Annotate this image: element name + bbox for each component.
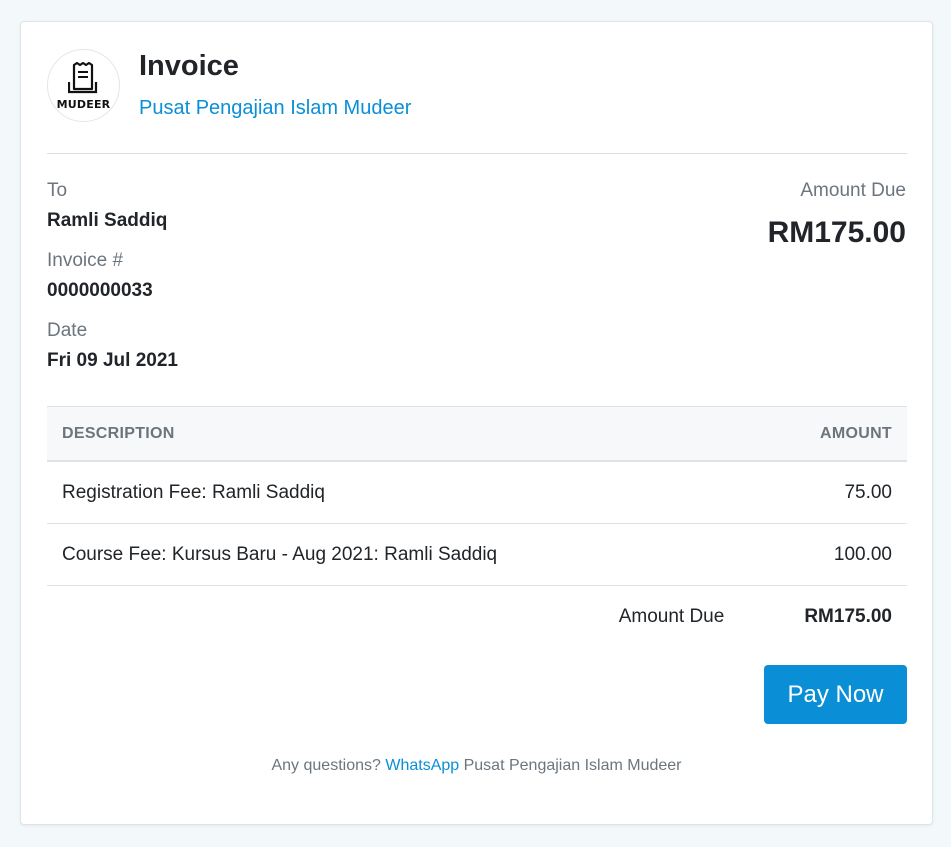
page-title: Invoice <box>139 50 239 82</box>
organization-logo: MUDEER <box>47 49 120 122</box>
date-label: Date <box>47 320 88 341</box>
row-amount: 100.00 <box>833 543 892 565</box>
invoice-number-label: Invoice # <box>47 250 124 271</box>
table-row: Registration Fee: Ramli Saddiq 75.00 <box>47 462 907 524</box>
invoice-number-value: 0000000033 <box>47 280 153 301</box>
row-description: Course Fee: Kursus Baru - Aug 2021: Raml… <box>62 543 498 565</box>
invoice-header: MUDEER Invoice Pusat Pengajian Islam Mud… <box>47 49 907 154</box>
row-amount: 75.00 <box>844 481 892 503</box>
table-row: Course Fee: Kursus Baru - Aug 2021: Raml… <box>47 524 907 586</box>
footer-suffix: Pusat Pengajian Islam Mudeer <box>463 757 682 774</box>
to-value: Ramli Saddiq <box>47 210 168 231</box>
amount-column-header: AMOUNT <box>819 424 892 442</box>
total-value: RM175.00 <box>804 606 892 627</box>
footer-prefix: Any questions? <box>271 757 381 774</box>
row-description: Registration Fee: Ramli Saddiq <box>62 481 325 503</box>
invoice-card: MUDEER Invoice Pusat Pengajian Islam Mud… <box>20 21 933 825</box>
table-header: DESCRIPTION AMOUNT <box>47 406 907 462</box>
total-label: Amount Due <box>618 606 725 627</box>
organization-name: Pusat Pengajian Islam Mudeer <box>139 97 412 119</box>
description-column-header: DESCRIPTION <box>62 424 175 442</box>
whatsapp-link[interactable]: WhatsApp <box>385 757 459 774</box>
to-label: To <box>47 180 68 201</box>
amount-due-value: RM175.00 <box>767 216 906 249</box>
amount-due-label: Amount Due <box>800 180 906 201</box>
footer-note: Any questions? WhatsApp Pusat Pengajian … <box>21 757 932 775</box>
date-value: Fri 09 Jul 2021 <box>47 350 178 371</box>
logo-text: MUDEER <box>56 98 111 111</box>
pay-now-button[interactable]: Pay Now <box>764 665 907 724</box>
receipt-icon <box>67 62 97 94</box>
line-items-table: DESCRIPTION AMOUNT Registration Fee: Ram… <box>47 406 907 648</box>
total-row: Amount Due RM175.00 <box>47 586 907 648</box>
